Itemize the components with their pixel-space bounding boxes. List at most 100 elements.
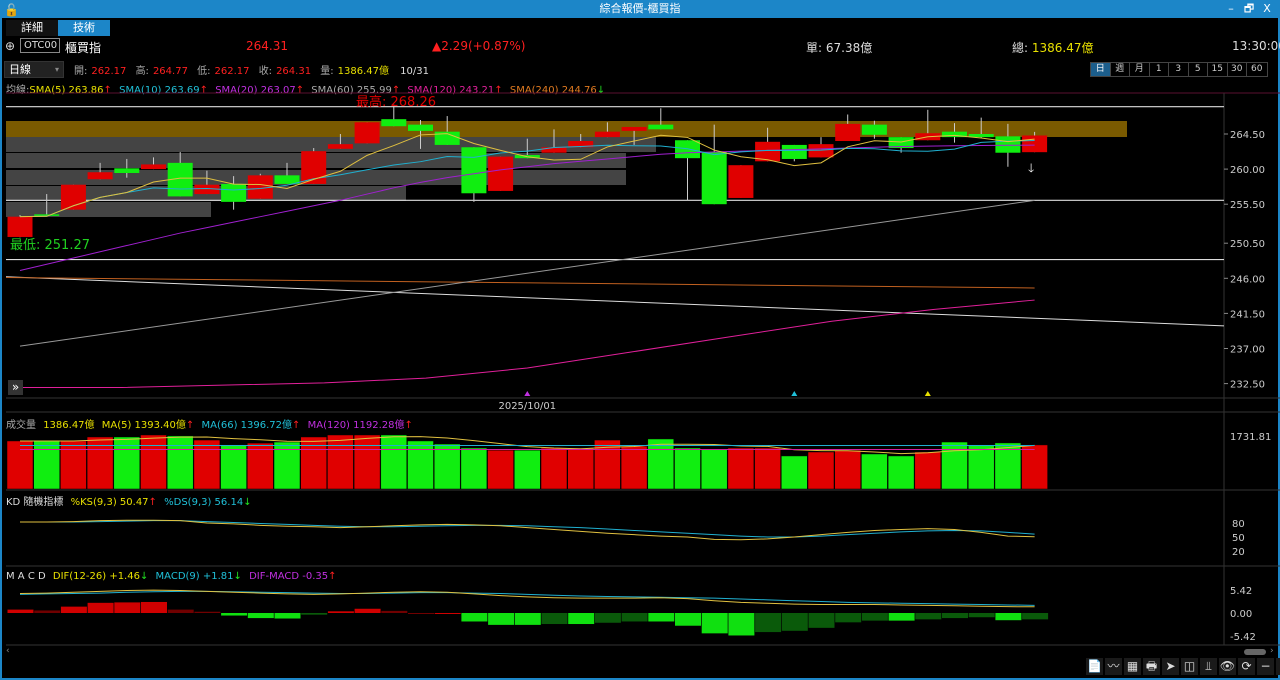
price-tick-label: 250.50 (1230, 239, 1265, 250)
candle-body (221, 183, 247, 202)
volume-bar (861, 453, 888, 490)
macd-histogram-bar (995, 613, 1022, 621)
kd-tick-label: 80 (1232, 519, 1245, 530)
event-marker-icon (924, 391, 931, 396)
candle-body (995, 136, 1021, 153)
macd-histogram-bar (755, 613, 782, 633)
macd-histogram-bar (781, 613, 808, 631)
candle-body (701, 151, 727, 205)
macd-tick-label: 5.42 (1230, 586, 1252, 597)
volume-legend: 成交量 1386.47億 MA(5) 1393.40億↑ MA(66) 1396… (6, 416, 417, 431)
volume-bar (514, 449, 541, 490)
price-tick-label: 237.00 (1230, 345, 1265, 356)
scroll-right-icon[interactable]: › (1270, 646, 1274, 656)
macd-histogram-bar (461, 613, 488, 622)
candle-body (87, 172, 113, 180)
macd-histogram-bar (915, 613, 942, 620)
macd-histogram-bar (514, 613, 541, 625)
candle-body (141, 164, 166, 170)
candle-body (835, 123, 861, 142)
macd-histogram-bar (301, 613, 328, 615)
macd-histogram-bar (141, 601, 167, 613)
macd-histogram-bar (1022, 613, 1049, 620)
volume-bar (567, 447, 594, 490)
volume-bar (967, 444, 995, 490)
volume-bar (60, 440, 87, 490)
macd-tick-label: -5.42 (1230, 632, 1256, 643)
candle-body (488, 156, 514, 191)
refresh-icon[interactable]: ⟳ (1238, 658, 1255, 675)
document-icon[interactable]: 📄 (1086, 658, 1103, 675)
draw-line-icon[interactable]: 〰 (1105, 658, 1122, 675)
candle-body (728, 165, 754, 198)
candle-body (354, 122, 380, 144)
date-axis-label: 2025/10/01 (498, 401, 556, 412)
macd-histogram-bar (488, 613, 515, 625)
candle-body (968, 134, 994, 138)
candle-body (114, 168, 140, 173)
up-arrow-icon: ↑ (185, 420, 195, 431)
candle-body (594, 131, 620, 138)
layout-icon[interactable]: ◫ (1181, 658, 1198, 675)
print-icon[interactable]: 🖶 (1143, 658, 1160, 675)
kd-d-label: %DS(9,3) 56.14 (164, 497, 244, 508)
chart-toolbar: 📄 〰 ▦ 🖶 ➤ ◫ ⫫ 👁 ⟳ − + (1086, 658, 1280, 675)
cursor-icon[interactable]: ➤ (1162, 658, 1179, 675)
macd-histogram-bar (87, 602, 114, 613)
volume-bar (781, 455, 808, 490)
macd-histogram-bar (247, 613, 274, 619)
volume-bar (86, 436, 114, 490)
price-tick-label: 232.50 (1230, 380, 1265, 391)
volume-bar (407, 440, 434, 490)
vol-ma120-label: MA(120) 1192.28億 (307, 420, 405, 431)
volume-bar (887, 455, 915, 490)
up-arrow-icon: ↑ (292, 420, 301, 431)
macd-dif-label: DIF(12-26) +1.46 (52, 571, 140, 582)
volume-bar (300, 436, 327, 490)
up-arrow-icon: ↑ (328, 571, 337, 582)
macd-histogram-bar (274, 613, 301, 619)
volume-bar (353, 434, 381, 490)
indicator-icon[interactable]: ⫫ (1200, 658, 1217, 675)
macd-title: M A C D (6, 571, 46, 582)
macd-histogram-bar (434, 613, 461, 614)
eye-icon[interactable]: 👁 (1219, 658, 1236, 675)
volume-bar (220, 444, 247, 490)
macd-histogram-bar (861, 613, 888, 621)
data-table-icon[interactable]: ▦ (1124, 658, 1141, 675)
volume-bar (807, 451, 835, 490)
macd-histogram-bar (167, 609, 194, 613)
macd-histogram-bar (408, 613, 434, 614)
macd-histogram-bar (354, 608, 381, 613)
volume-bar (620, 445, 648, 490)
kd-k-label: %KS(9,3) 50.47 (70, 497, 149, 508)
volume-bar (754, 447, 781, 490)
down-arrow-icon: ↓ (233, 571, 242, 582)
up-arrow-icon: ↑ (404, 420, 413, 431)
candle-body (381, 119, 407, 127)
kd-title: KD 隨機指標 (6, 497, 64, 508)
event-marker-icon (524, 391, 531, 396)
zoom-in-icon[interactable]: + (1276, 658, 1280, 675)
event-marker-icon (791, 391, 798, 396)
zoom-out-icon[interactable]: − (1257, 658, 1274, 675)
volume-bar (380, 434, 408, 490)
lowest-price-label: 最低: 251.27 (10, 238, 90, 253)
kd-tick-label: 20 (1232, 547, 1245, 558)
horizontal-scrollbar[interactable] (1244, 649, 1266, 655)
vol-ma66-label: MA(66) 1396.72億 (201, 420, 293, 431)
kd-tick-label: 50 (1232, 533, 1245, 544)
macd-histogram-bar (327, 611, 354, 613)
expand-panel-icon[interactable]: » (8, 380, 23, 395)
volume-bar (674, 447, 701, 490)
kd-d-line (20, 520, 1035, 538)
candle-body (34, 214, 60, 216)
volume-bar (33, 440, 60, 490)
macd-histogram-bar (7, 609, 34, 613)
candle-body (648, 124, 674, 130)
kd-legend: KD 隨機指標 %KS(9,3) 50.47↑ %DS(9,3) 56.14↓ (6, 493, 256, 508)
macd-tick-label: 0.00 (1230, 609, 1252, 620)
macd-histogram-bar (942, 613, 968, 619)
scroll-left-icon[interactable]: ‹ (6, 646, 10, 656)
volume-title: 成交量 (6, 420, 36, 431)
